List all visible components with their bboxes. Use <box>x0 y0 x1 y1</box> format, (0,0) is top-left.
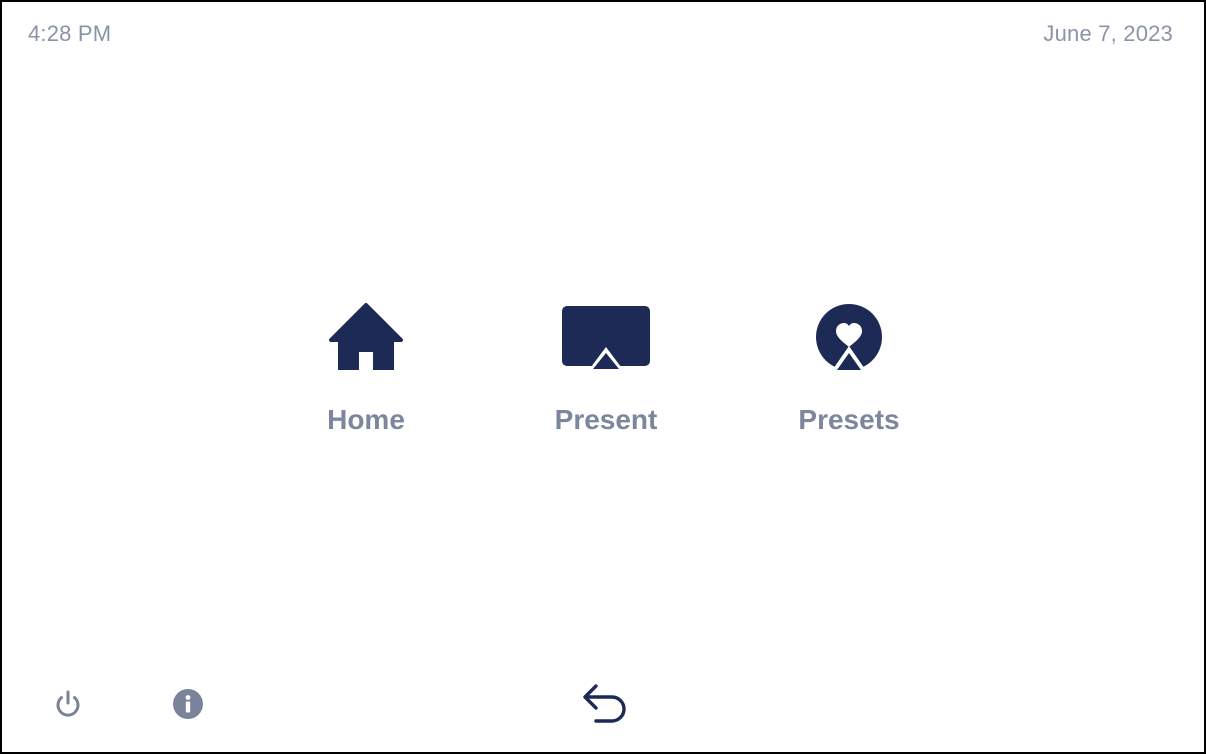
touch-panel-screen: 4:28 PM June 7, 2023 Home Present Preset… <box>0 0 1206 754</box>
status-date: June 7, 2023 <box>1043 21 1173 46</box>
info-button[interactable] <box>168 684 208 724</box>
presets-heart-icon <box>769 302 929 377</box>
power-icon <box>56 690 80 717</box>
info-icon <box>173 689 203 719</box>
present-screen-icon <box>526 302 686 377</box>
back-arrow-icon <box>583 684 626 723</box>
present-label: Present <box>554 404 658 435</box>
presets-label: Presets <box>798 404 900 435</box>
home-label: Home <box>327 404 405 435</box>
back-button[interactable] <box>580 679 632 729</box>
power-button[interactable] <box>48 684 88 724</box>
status-time: 4:28 PM <box>28 21 112 46</box>
home-icon <box>286 302 446 377</box>
presets-button[interactable]: Presets <box>769 302 929 447</box>
home-button[interactable]: Home <box>286 302 446 447</box>
present-button[interactable]: Present <box>526 302 686 447</box>
